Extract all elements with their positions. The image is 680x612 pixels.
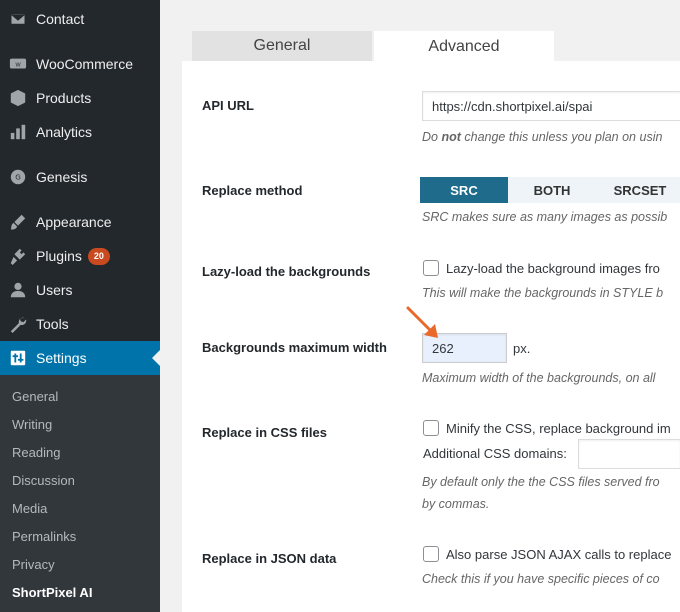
- css-files-description-line1: By default only the the CSS files served…: [422, 475, 660, 489]
- submenu-privacy[interactable]: Privacy: [12, 550, 55, 578]
- menu-analytics[interactable]: Analytics: [0, 115, 160, 149]
- replace-method-src-option[interactable]: SRC: [420, 177, 508, 203]
- main-content: General Advanced API URL https://cdn.sho…: [160, 0, 680, 612]
- menu-woocommerce-label: WooCommerce: [36, 56, 133, 72]
- plug-icon: [8, 246, 28, 266]
- submenu-permalinks[interactable]: Permalinks: [12, 522, 76, 550]
- settings-sliders-icon: [8, 348, 28, 368]
- json-data-checkbox[interactable]: [423, 546, 439, 562]
- menu-genesis[interactable]: G Genesis: [0, 160, 160, 194]
- submenu-writing[interactable]: Writing: [12, 410, 52, 438]
- menu-woocommerce[interactable]: W WooCommerce: [0, 47, 160, 81]
- api-url-input[interactable]: https://cdn.shortpixel.ai/spai: [422, 91, 680, 121]
- user-icon: [8, 280, 28, 300]
- menu-appearance[interactable]: Appearance: [0, 205, 160, 239]
- bg-max-width-description: Maximum width of the backgrounds, on all: [422, 371, 656, 385]
- submenu-discussion[interactable]: Discussion: [12, 466, 75, 494]
- svg-text:G: G: [15, 173, 21, 182]
- json-data-description: Check this if you have specific pieces o…: [422, 572, 660, 586]
- settings-panel: API URL https://cdn.shortpixel.ai/spai D…: [182, 61, 680, 612]
- genesis-icon: G: [8, 167, 28, 187]
- css-files-label: Replace in CSS files: [202, 425, 327, 440]
- replace-method-description: SRC makes sure as many images as possib: [422, 210, 668, 224]
- menu-appearance-label: Appearance: [36, 214, 112, 230]
- css-files-checkbox-label[interactable]: Minify the CSS, replace background im: [446, 421, 671, 436]
- menu-analytics-label: Analytics: [36, 124, 93, 140]
- menu-plugins[interactable]: Plugins 20: [0, 239, 160, 273]
- bg-max-width-label: Backgrounds maximum width: [202, 340, 387, 355]
- menu-contact-label: Contact: [36, 11, 85, 27]
- api-url-desc-post: change this unless you plan on usin: [460, 130, 663, 144]
- lazy-bg-description: This will make the backgrounds in STYLE …: [422, 286, 664, 300]
- menu-products-label: Products: [36, 90, 92, 106]
- bar-chart-icon: [8, 122, 28, 142]
- menu-settings-label: Settings: [36, 350, 87, 366]
- menu-genesis-label: Genesis: [36, 169, 88, 185]
- replace-method-srcset-option[interactable]: SRCSET: [596, 177, 680, 203]
- submenu-media[interactable]: Media: [12, 494, 47, 522]
- mail-icon: [8, 9, 28, 29]
- replace-method-label: Replace method: [202, 183, 303, 198]
- menu-settings[interactable]: Settings: [0, 341, 160, 375]
- css-domains-label: Additional CSS domains:: [423, 446, 567, 461]
- api-url-desc-bold: not: [441, 130, 461, 144]
- replace-method-both-option[interactable]: BOTH: [508, 177, 596, 203]
- paintbrush-icon: [8, 212, 28, 232]
- submenu-general[interactable]: General: [12, 382, 58, 410]
- menu-products[interactable]: Products: [0, 81, 160, 115]
- lazy-bg-checkbox[interactable]: [423, 260, 439, 276]
- box-icon: [8, 88, 28, 108]
- css-domains-input[interactable]: [578, 439, 680, 469]
- api-url-label: API URL: [202, 98, 254, 113]
- menu-users[interactable]: Users: [0, 273, 160, 307]
- menu-plugins-label: Plugins: [36, 248, 82, 264]
- css-files-checkbox[interactable]: [423, 420, 439, 436]
- lazy-bg-checkbox-label[interactable]: Lazy-load the background images fro: [446, 261, 660, 276]
- menu-users-label: Users: [36, 282, 73, 298]
- admin-sidebar: Contact W WooCommerce Products Analytics…: [0, 0, 160, 612]
- woocommerce-icon: W: [8, 54, 28, 74]
- api-url-description: Do not change this unless you plan on us…: [422, 130, 662, 144]
- json-data-checkbox-label[interactable]: Also parse JSON AJAX calls to replace: [446, 547, 671, 562]
- menu-tools[interactable]: Tools: [0, 307, 160, 341]
- tab-general[interactable]: General: [192, 31, 372, 61]
- submenu-reading[interactable]: Reading: [12, 438, 60, 466]
- bg-max-width-unit: px.: [513, 341, 531, 356]
- css-files-description-line2: by commas.: [422, 497, 490, 511]
- menu-tools-label: Tools: [36, 316, 69, 332]
- json-data-label: Replace in JSON data: [202, 551, 337, 566]
- wrench-icon: [8, 314, 28, 334]
- svg-text:W: W: [15, 62, 21, 68]
- settings-submenu: General Writing Reading Discussion Media…: [0, 375, 160, 612]
- plugins-update-badge: 20: [87, 247, 110, 265]
- api-url-desc-pre: Do: [422, 130, 442, 144]
- menu-contact[interactable]: Contact: [0, 2, 160, 36]
- annotation-arrow-icon: [406, 306, 438, 338]
- lazy-bg-label: Lazy-load the backgrounds: [202, 264, 371, 279]
- tab-advanced[interactable]: Advanced: [374, 31, 554, 62]
- submenu-shortpixel-ai[interactable]: ShortPixel AI: [12, 578, 92, 606]
